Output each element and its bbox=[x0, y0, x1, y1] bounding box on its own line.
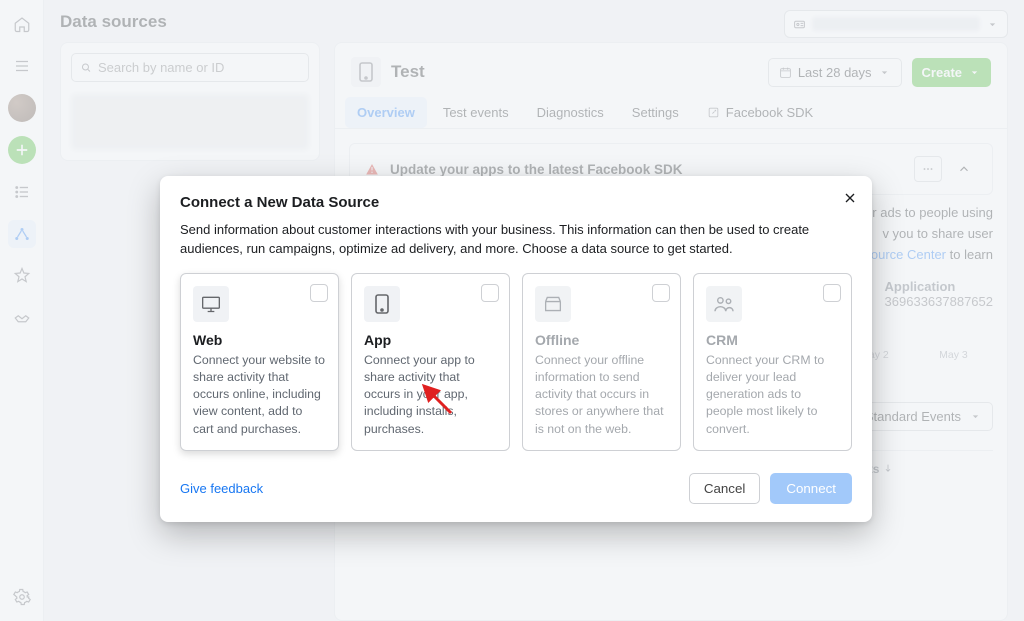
cancel-button[interactable]: Cancel bbox=[689, 473, 761, 504]
store-icon bbox=[535, 286, 571, 322]
card-checkbox[interactable] bbox=[481, 284, 499, 302]
data-source-card-web[interactable]: Web Connect your website to share activi… bbox=[180, 273, 339, 451]
people-icon bbox=[706, 286, 742, 322]
give-feedback-link[interactable]: Give feedback bbox=[180, 481, 263, 496]
modal-title: Connect a New Data Source bbox=[180, 194, 852, 211]
close-button[interactable] bbox=[842, 190, 858, 209]
monitor-icon bbox=[193, 286, 229, 322]
data-source-card-app[interactable]: App Connect your app to share activity t… bbox=[351, 273, 510, 451]
connect-data-source-modal: Connect a New Data Source Send informati… bbox=[160, 176, 872, 522]
close-icon bbox=[842, 190, 858, 206]
modal-description: Send information about customer interact… bbox=[180, 221, 852, 259]
data-source-card-offline[interactable]: Offline Connect your offline information… bbox=[522, 273, 681, 451]
card-checkbox[interactable] bbox=[310, 284, 328, 302]
card-checkbox[interactable] bbox=[823, 284, 841, 302]
phone-icon bbox=[364, 286, 400, 322]
card-checkbox[interactable] bbox=[652, 284, 670, 302]
connect-button[interactable]: Connect bbox=[770, 473, 852, 504]
data-source-card-crm[interactable]: CRM Connect your CRM to deliver your lea… bbox=[693, 273, 852, 451]
